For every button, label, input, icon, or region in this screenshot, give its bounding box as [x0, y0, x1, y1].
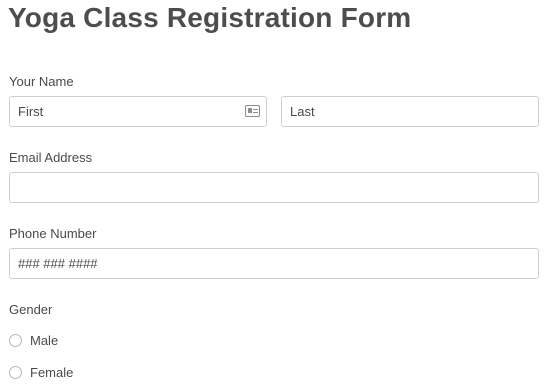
phone-label: Phone Number: [9, 226, 97, 241]
name-label: Your Name: [9, 74, 74, 89]
female-radio[interactable]: [9, 366, 22, 379]
male-radio[interactable]: [9, 334, 22, 347]
gender-option-male[interactable]: Male: [9, 333, 58, 348]
male-label: Male: [30, 333, 59, 348]
email-input[interactable]: [9, 172, 539, 203]
contact-card-icon: [245, 105, 260, 117]
first-name-input[interactable]: [9, 96, 267, 127]
last-name-input[interactable]: [281, 96, 539, 127]
email-label: Email Address: [9, 150, 93, 165]
female-label: Female: [30, 365, 74, 380]
phone-input[interactable]: [9, 248, 539, 279]
form-title: Yoga Class Registration Form: [8, 2, 412, 33]
gender-label: Gender: [9, 302, 53, 317]
gender-option-female[interactable]: Female: [9, 365, 73, 380]
